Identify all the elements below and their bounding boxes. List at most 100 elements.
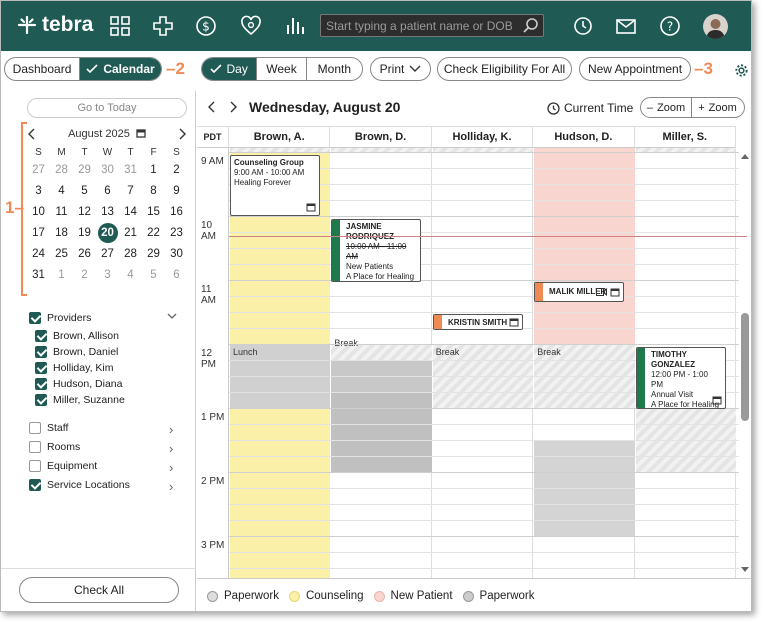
- calendar-day[interactable]: 17: [27, 222, 50, 243]
- search-icon[interactable]: [522, 17, 539, 34]
- providers-filter[interactable]: Providers: [29, 312, 91, 324]
- provider-checkbox[interactable]: [35, 330, 47, 342]
- calendar-day[interactable]: 24: [27, 243, 50, 264]
- provider-checkbox[interactable]: [35, 378, 47, 390]
- current-time-button[interactable]: Current Time: [547, 101, 633, 115]
- calendar-day[interactable]: 30: [165, 243, 188, 264]
- chevron-right-icon[interactable]: [177, 128, 187, 140]
- calendar-day[interactable]: 27: [27, 159, 50, 180]
- gear-icon[interactable]: [734, 63, 749, 78]
- provider-filter-item[interactable]: Holliday, Kim: [35, 362, 114, 374]
- prev-day-icon[interactable]: [207, 101, 217, 113]
- provider-filter-item[interactable]: Miller, Suzanne: [35, 394, 125, 406]
- calendar-day[interactable]: 26: [73, 243, 96, 264]
- appointment-counseling-group[interactable]: Counseling Group 9:00 AM - 10:00 AM Heal…: [230, 155, 320, 216]
- filter-item[interactable]: Rooms: [29, 441, 80, 453]
- calendar-day[interactable]: 31: [27, 264, 50, 285]
- provider-checkbox[interactable]: [35, 346, 47, 358]
- calendar-tab[interactable]: Calendar: [80, 58, 161, 80]
- provider-filter-item[interactable]: Hudson, Diana: [35, 378, 122, 390]
- tebra-logo[interactable]: tebra: [17, 13, 93, 37]
- calendar-day[interactable]: 6: [165, 264, 188, 285]
- history-icon[interactable]: [571, 15, 593, 37]
- zoom-in-button[interactable]: + Zoom: [691, 97, 745, 118]
- calendar-day[interactable]: 29: [142, 243, 165, 264]
- calendar-day[interactable]: 1: [50, 264, 73, 285]
- filter-checkbox[interactable]: [29, 422, 41, 434]
- mail-icon[interactable]: [615, 15, 637, 37]
- calendar-day[interactable]: 15: [142, 201, 165, 222]
- calendar-day[interactable]: 20: [96, 222, 119, 243]
- calendar-day[interactable]: 8: [142, 180, 165, 201]
- chevron-right-icon[interactable]: ›: [169, 460, 173, 475]
- calendar-day[interactable]: 19: [73, 222, 96, 243]
- plus-icon[interactable]: [152, 15, 174, 37]
- calendar-day[interactable]: 12: [73, 201, 96, 222]
- chevron-right-icon[interactable]: ›: [169, 479, 173, 494]
- calendar-day[interactable]: 5: [73, 180, 96, 201]
- chevron-down-icon[interactable]: [167, 313, 177, 321]
- calendar-day[interactable]: 30: [96, 159, 119, 180]
- print-button[interactable]: Print: [370, 57, 431, 81]
- zoom-out-button[interactable]: – Zoom: [640, 97, 692, 118]
- calendar-day[interactable]: 22: [142, 222, 165, 243]
- new-appointment-button[interactable]: New Appointment: [579, 57, 691, 81]
- chevron-left-icon[interactable]: [27, 128, 37, 140]
- filter-item[interactable]: Equipment: [29, 460, 97, 472]
- scrollbar-thumb[interactable]: [741, 313, 749, 421]
- scroll-down-icon[interactable]: [740, 566, 750, 574]
- filter-item[interactable]: Staff: [29, 422, 68, 434]
- calendar-day[interactable]: 27: [96, 243, 119, 264]
- help-icon[interactable]: ?: [659, 15, 681, 37]
- calendar-day[interactable]: 6: [96, 180, 119, 201]
- calendar-day[interactable]: 3: [27, 180, 50, 201]
- calendar-day[interactable]: 28: [119, 243, 142, 264]
- scroll-up-icon[interactable]: [740, 152, 750, 160]
- today-marker[interactable]: 20: [97, 222, 118, 243]
- filter-checkbox[interactable]: [29, 460, 41, 472]
- next-day-icon[interactable]: [228, 101, 238, 113]
- vertical-scrollbar[interactable]: [739, 148, 751, 578]
- calendar-day[interactable]: 9: [165, 180, 188, 201]
- provider-filter-item[interactable]: Brown, Daniel: [35, 346, 118, 358]
- calendar-day[interactable]: 1: [142, 159, 165, 180]
- month-tab[interactable]: Month: [307, 58, 362, 80]
- chevron-right-icon[interactable]: ›: [169, 422, 173, 437]
- appointment-jasmine-rodriquez[interactable]: JASMINE RODRIQUEZ 10:00 AM - 11:00 AM Ne…: [331, 219, 421, 282]
- go-to-today-button[interactable]: Go to Today: [27, 98, 187, 118]
- chevron-right-icon[interactable]: ›: [169, 441, 173, 456]
- heart-icon[interactable]: [240, 15, 262, 37]
- calendar-day[interactable]: 21: [119, 222, 142, 243]
- grid-icon[interactable]: [109, 15, 131, 37]
- calendar-day[interactable]: 4: [50, 180, 73, 201]
- providers-checkbox[interactable]: [29, 312, 41, 324]
- week-tab[interactable]: Week: [257, 58, 307, 80]
- filter-checkbox[interactable]: [29, 441, 41, 453]
- calendar-day[interactable]: 7: [119, 180, 142, 201]
- calendar-day[interactable]: 11: [50, 201, 73, 222]
- filter-checkbox[interactable]: [29, 479, 41, 491]
- calendar-day[interactable]: 4: [119, 264, 142, 285]
- calendar-day[interactable]: 18: [50, 222, 73, 243]
- dashboard-tab[interactable]: Dashboard: [5, 58, 81, 80]
- calendar-day[interactable]: 10: [27, 201, 50, 222]
- provider-checkbox[interactable]: [35, 394, 47, 406]
- check-all-button[interactable]: Check All: [19, 577, 179, 603]
- calendar-day[interactable]: 23: [165, 222, 188, 243]
- month-title[interactable]: August 2025: [68, 128, 146, 140]
- calendar-day[interactable]: 13: [96, 201, 119, 222]
- appointment-kristin-smith[interactable]: KRISTIN SMITH: [433, 314, 523, 330]
- provider-checkbox[interactable]: [35, 362, 47, 374]
- appointment-timothy-gonzalez[interactable]: TIMOTHY GONZALEZ 12:00 PM - 1:00 PM Annu…: [636, 347, 726, 409]
- calendar-day[interactable]: 29: [73, 159, 96, 180]
- filter-item[interactable]: Service Locations: [29, 479, 130, 491]
- calendar-day[interactable]: 5: [142, 264, 165, 285]
- user-avatar[interactable]: [703, 14, 728, 39]
- calendar-day[interactable]: 16: [165, 201, 188, 222]
- calendar-day[interactable]: 14: [119, 201, 142, 222]
- calendar-day[interactable]: 2: [165, 159, 188, 180]
- day-tab[interactable]: Day: [202, 58, 258, 80]
- patient-search-input[interactable]: Start typing a patient name or DOB: [320, 14, 544, 37]
- provider-filter-item[interactable]: Brown, Allison: [35, 330, 119, 342]
- calendar-day[interactable]: 28: [50, 159, 73, 180]
